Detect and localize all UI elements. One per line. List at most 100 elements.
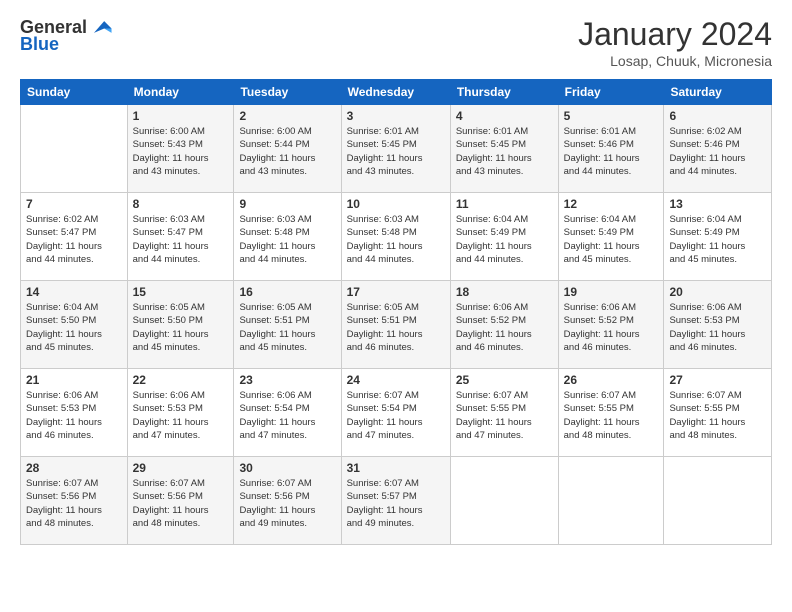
logo-icon [91,16,113,38]
day-number: 30 [239,461,335,475]
day-header-saturday: Saturday [664,80,772,105]
day-info: Sunrise: 6:04 AM Sunset: 5:49 PM Dayligh… [564,213,659,266]
calendar: SundayMondayTuesdayWednesdayThursdayFrid… [20,79,772,545]
day-info: Sunrise: 6:06 AM Sunset: 5:54 PM Dayligh… [239,389,335,442]
day-info: Sunrise: 6:00 AM Sunset: 5:43 PM Dayligh… [133,125,229,178]
calendar-cell [664,457,772,545]
day-info: Sunrise: 6:04 AM Sunset: 5:49 PM Dayligh… [456,213,553,266]
day-info: Sunrise: 6:06 AM Sunset: 5:52 PM Dayligh… [456,301,553,354]
calendar-cell: 16 Sunrise: 6:05 AM Sunset: 5:51 PM Dayli… [234,281,341,369]
day-info: Sunrise: 6:01 AM Sunset: 5:45 PM Dayligh… [456,125,553,178]
calendar-cell: 3 Sunrise: 6:01 AM Sunset: 5:45 PM Daylig… [341,105,450,193]
day-info: Sunrise: 6:07 AM Sunset: 5:55 PM Dayligh… [456,389,553,442]
calendar-cell: 28 Sunrise: 6:07 AM Sunset: 5:56 PM Dayli… [21,457,128,545]
day-number: 26 [564,373,659,387]
day-info: Sunrise: 6:06 AM Sunset: 5:53 PM Dayligh… [133,389,229,442]
day-info: Sunrise: 6:06 AM Sunset: 5:53 PM Dayligh… [26,389,122,442]
calendar-cell: 26 Sunrise: 6:07 AM Sunset: 5:55 PM Dayli… [558,369,664,457]
day-info: Sunrise: 6:04 AM Sunset: 5:50 PM Dayligh… [26,301,122,354]
day-number: 25 [456,373,553,387]
day-info: Sunrise: 6:01 AM Sunset: 5:45 PM Dayligh… [347,125,445,178]
day-info: Sunrise: 6:07 AM Sunset: 5:55 PM Dayligh… [669,389,766,442]
calendar-cell: 17Sunrise: 6:05 AM Sunset: 5:51 PM Dayli… [341,281,450,369]
calendar-cell: 11 Sunrise: 6:04 AM Sunset: 5:49 PM Dayli… [450,193,558,281]
calendar-cell: 30 Sunrise: 6:07 AM Sunset: 5:56 PM Dayli… [234,457,341,545]
day-info: Sunrise: 6:07 AM Sunset: 5:57 PM Dayligh… [347,477,445,530]
week-row-1: 7Sunrise: 6:02 AM Sunset: 5:47 PM Daylig… [21,193,772,281]
day-info: Sunrise: 6:02 AM Sunset: 5:46 PM Dayligh… [669,125,766,178]
day-info: Sunrise: 6:01 AM Sunset: 5:46 PM Dayligh… [564,125,659,178]
calendar-cell: 24Sunrise: 6:07 AM Sunset: 5:54 PM Dayli… [341,369,450,457]
day-info: Sunrise: 6:00 AM Sunset: 5:44 PM Dayligh… [239,125,335,178]
day-number: 7 [26,197,122,211]
day-number: 11 [456,197,553,211]
day-number: 2 [239,109,335,123]
day-number: 10 [347,197,445,211]
day-number: 18 [456,285,553,299]
calendar-cell [450,457,558,545]
week-row-4: 28 Sunrise: 6:07 AM Sunset: 5:56 PM Dayli… [21,457,772,545]
day-number: 5 [564,109,659,123]
day-header-tuesday: Tuesday [234,80,341,105]
calendar-cell: 10Sunrise: 6:03 AM Sunset: 5:48 PM Dayli… [341,193,450,281]
day-number: 29 [133,461,229,475]
calendar-cell: 19Sunrise: 6:06 AM Sunset: 5:52 PM Dayli… [558,281,664,369]
week-row-0: 1 Sunrise: 6:00 AM Sunset: 5:43 PM Daylig… [21,105,772,193]
day-number: 22 [133,373,229,387]
calendar-cell: 12Sunrise: 6:04 AM Sunset: 5:49 PM Dayli… [558,193,664,281]
calendar-cell: 23Sunrise: 6:06 AM Sunset: 5:54 PM Dayli… [234,369,341,457]
calendar-cell: 14Sunrise: 6:04 AM Sunset: 5:50 PM Dayli… [21,281,128,369]
day-info: Sunrise: 6:07 AM Sunset: 5:55 PM Dayligh… [564,389,659,442]
day-header-wednesday: Wednesday [341,80,450,105]
day-number: 16 [239,285,335,299]
day-header-monday: Monday [127,80,234,105]
page: General Blue January 2024 Losap, Chuuk, … [0,0,792,612]
week-row-2: 14Sunrise: 6:04 AM Sunset: 5:50 PM Dayli… [21,281,772,369]
day-number: 3 [347,109,445,123]
logo-area: General Blue [20,16,113,55]
calendar-cell: 31 Sunrise: 6:07 AM Sunset: 5:57 PM Dayli… [341,457,450,545]
calendar-cell: 25 Sunrise: 6:07 AM Sunset: 5:55 PM Dayli… [450,369,558,457]
day-number: 28 [26,461,122,475]
calendar-cell: 6 Sunrise: 6:02 AM Sunset: 5:46 PM Daylig… [664,105,772,193]
day-info: Sunrise: 6:06 AM Sunset: 5:53 PM Dayligh… [669,301,766,354]
day-number: 31 [347,461,445,475]
day-header-sunday: Sunday [21,80,128,105]
day-header-thursday: Thursday [450,80,558,105]
day-number: 9 [239,197,335,211]
day-number: 1 [133,109,229,123]
day-info: Sunrise: 6:07 AM Sunset: 5:56 PM Dayligh… [26,477,122,530]
month-title: January 2024 [578,16,772,53]
calendar-cell: 29Sunrise: 6:07 AM Sunset: 5:56 PM Dayli… [127,457,234,545]
week-row-3: 21Sunrise: 6:06 AM Sunset: 5:53 PM Dayli… [21,369,772,457]
calendar-cell [558,457,664,545]
calendar-cell: 21Sunrise: 6:06 AM Sunset: 5:53 PM Dayli… [21,369,128,457]
day-info: Sunrise: 6:05 AM Sunset: 5:50 PM Dayligh… [133,301,229,354]
location: Losap, Chuuk, Micronesia [578,53,772,69]
calendar-cell: 15Sunrise: 6:05 AM Sunset: 5:50 PM Dayli… [127,281,234,369]
day-number: 24 [347,373,445,387]
calendar-cell: 13 Sunrise: 6:04 AM Sunset: 5:49 PM Dayli… [664,193,772,281]
calendar-cell: 27 Sunrise: 6:07 AM Sunset: 5:55 PM Dayli… [664,369,772,457]
day-info: Sunrise: 6:07 AM Sunset: 5:56 PM Dayligh… [239,477,335,530]
calendar-cell: 7Sunrise: 6:02 AM Sunset: 5:47 PM Daylig… [21,193,128,281]
calendar-header-row: SundayMondayTuesdayWednesdayThursdayFrid… [21,80,772,105]
day-info: Sunrise: 6:03 AM Sunset: 5:48 PM Dayligh… [239,213,335,266]
day-number: 27 [669,373,766,387]
day-number: 8 [133,197,229,211]
calendar-cell: 1 Sunrise: 6:00 AM Sunset: 5:43 PM Daylig… [127,105,234,193]
calendar-cell: 4 Sunrise: 6:01 AM Sunset: 5:45 PM Daylig… [450,105,558,193]
calendar-cell: 22 Sunrise: 6:06 AM Sunset: 5:53 PM Dayli… [127,369,234,457]
day-number: 19 [564,285,659,299]
logo-blue-text: Blue [20,34,59,55]
day-number: 13 [669,197,766,211]
day-info: Sunrise: 6:04 AM Sunset: 5:49 PM Dayligh… [669,213,766,266]
day-number: 4 [456,109,553,123]
calendar-cell: 5 Sunrise: 6:01 AM Sunset: 5:46 PM Daylig… [558,105,664,193]
calendar-cell: 20Sunrise: 6:06 AM Sunset: 5:53 PM Dayli… [664,281,772,369]
day-info: Sunrise: 6:05 AM Sunset: 5:51 PM Dayligh… [239,301,335,354]
header: General Blue January 2024 Losap, Chuuk, … [20,16,772,69]
calendar-cell [21,105,128,193]
calendar-cell: 8Sunrise: 6:03 AM Sunset: 5:47 PM Daylig… [127,193,234,281]
day-number: 6 [669,109,766,123]
